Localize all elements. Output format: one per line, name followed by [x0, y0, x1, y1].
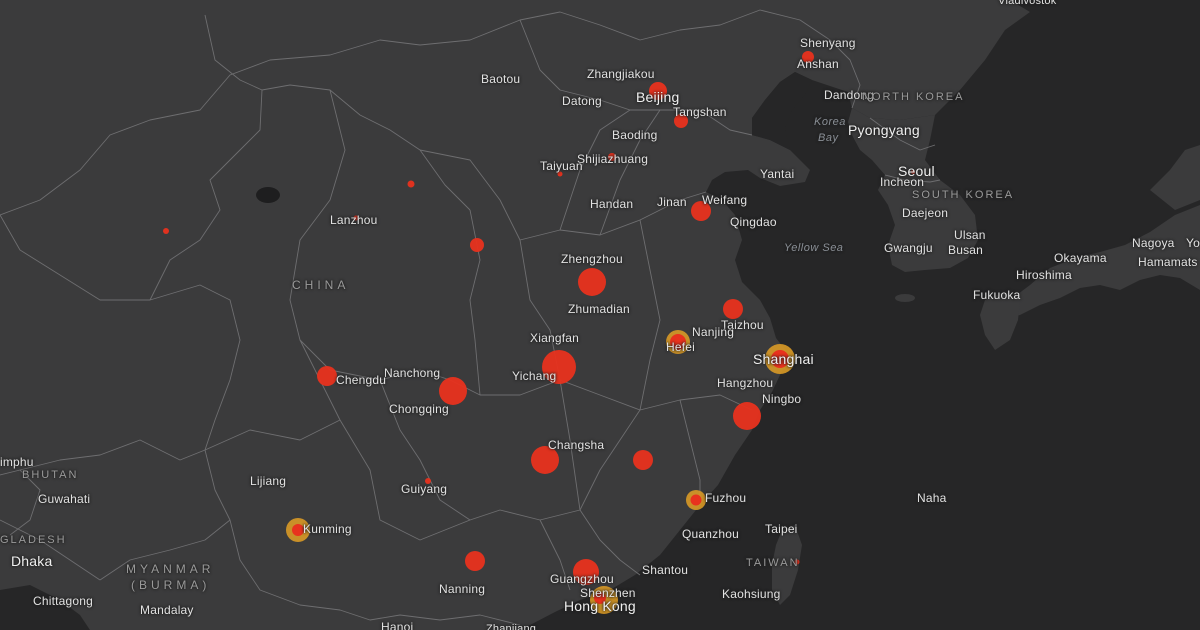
label-chongqing: Chongqing	[389, 402, 449, 416]
map-view[interactable]: Vladivostok Shenyang Anshan Baotou Zhang…	[0, 0, 1200, 630]
label-mandalay: Mandalay	[140, 603, 194, 617]
label-taiwan: TAIWAN	[746, 557, 800, 569]
marker-chengdu	[317, 366, 337, 386]
label-hefei: Hefei	[666, 340, 696, 354]
label-myanmar-1: MYANMAR	[126, 562, 215, 576]
marker-jiangsu	[723, 299, 743, 319]
marker-qinghai	[163, 228, 169, 234]
marker-jiangxi	[633, 450, 653, 470]
label-baotou: Baotou	[481, 72, 521, 86]
label-bhutan: BHUTAN	[22, 469, 79, 481]
label-weifang: Weifang	[702, 193, 748, 207]
label-taipei: Taipei	[765, 522, 798, 536]
label-hanoi: Hanoi	[381, 620, 414, 630]
label-yantai: Yantai	[760, 167, 795, 181]
label-yo: Yo	[1186, 236, 1200, 250]
label-nagoya: Nagoya	[1132, 236, 1175, 250]
label-thimphu: imphu	[0, 455, 34, 469]
label-ningbo: Ningbo	[762, 392, 802, 406]
label-yellow-sea: Yellow Sea	[784, 242, 844, 254]
label-shantou: Shantou	[642, 563, 689, 577]
label-changsha: Changsha	[548, 438, 605, 452]
label-zhangjiakou: Zhangjiakou	[587, 67, 655, 81]
label-guwahati: Guwahati	[38, 492, 91, 506]
label-gwangju: Gwangju	[884, 241, 933, 255]
label-pyongyang: Pyongyang	[848, 122, 920, 138]
label-tangshan: Tangshan	[673, 105, 727, 119]
label-guiyang: Guiyang	[401, 482, 448, 496]
label-datong: Datong	[562, 94, 602, 108]
label-nanchong: Nanchong	[384, 366, 441, 380]
label-nanning: Nanning	[439, 582, 486, 596]
label-beijing: Beijing	[636, 89, 680, 105]
marker-nanning	[465, 551, 485, 571]
label-hangzhou: Hangzhou	[717, 376, 774, 390]
label-jinan: Jinan	[657, 195, 687, 209]
label-myanmar-2: (BURMA)	[131, 578, 211, 592]
label-shanghai: Shanghai	[753, 351, 814, 367]
label-zhengzhou: Zhengzhou	[561, 252, 623, 266]
label-kaohsiung: Kaohsiung	[722, 587, 781, 601]
label-anshan: Anshan	[797, 57, 839, 71]
label-xiangfan: Xiangfan	[530, 331, 579, 345]
label-bangladesh: GLADESH	[0, 534, 67, 546]
label-chittagong: Chittagong	[33, 594, 94, 608]
label-fukuoka: Fukuoka	[973, 288, 1021, 302]
label-zhumadian: Zhumadian	[568, 302, 630, 316]
label-vladivostok: Vladivostok	[998, 0, 1057, 7]
label-lijiang: Lijiang	[250, 474, 287, 488]
marker-ningbo	[733, 402, 761, 430]
label-korea-bay-2: Bay	[818, 132, 839, 144]
label-kunming: Kunming	[303, 522, 352, 536]
label-south-korea: SOUTH KOREA	[912, 189, 1015, 201]
label-north-korea: NORTH KOREA	[862, 91, 965, 103]
label-fuzhou: Fuzhou	[705, 491, 747, 505]
marker-shaanxi	[470, 238, 484, 252]
label-baoding: Baoding	[612, 128, 658, 142]
label-taiyuan: Taiyuan	[540, 159, 583, 173]
label-korea-bay-1: Korea	[814, 116, 846, 128]
label-quanzhou: Quanzhou	[682, 527, 739, 541]
ring-fuzhou-inner	[690, 494, 702, 506]
jeju-island	[895, 294, 915, 302]
marker-ningxia	[407, 180, 415, 188]
label-incheon: Incheon	[880, 175, 925, 189]
label-busan: Busan	[948, 243, 984, 257]
qinghai-lake	[256, 187, 280, 203]
label-naha: Naha	[917, 491, 947, 505]
label-yichang: Yichang	[512, 369, 557, 383]
label-nanjing: Nanjing	[692, 325, 735, 339]
label-guangzhou: Guangzhou	[550, 572, 614, 586]
label-ulsan: Ulsan	[954, 228, 986, 242]
label-china: CHINA	[292, 278, 350, 292]
label-hamamats: Hamamats	[1138, 255, 1198, 269]
label-lanzhou: Lanzhou	[330, 213, 378, 227]
marker-chongqing	[439, 377, 467, 405]
label-shijiazhuang: Shijiazhuang	[577, 152, 649, 166]
label-dhaka: Dhaka	[11, 553, 53, 569]
label-okayama: Okayama	[1054, 251, 1107, 265]
label-shenyang: Shenyang	[800, 36, 856, 50]
label-chengdu: Chengdu	[336, 373, 387, 387]
label-qingdao: Qingdao	[730, 215, 777, 229]
marker-zhengzhou	[578, 268, 606, 296]
label-zhanjiang: Zhanjiang	[486, 623, 537, 630]
label-daejeon: Daejeon	[902, 206, 949, 220]
label-hiroshima: Hiroshima	[1016, 268, 1072, 282]
label-handan: Handan	[590, 197, 634, 211]
label-hong-kong: Hong Kong	[564, 598, 636, 614]
